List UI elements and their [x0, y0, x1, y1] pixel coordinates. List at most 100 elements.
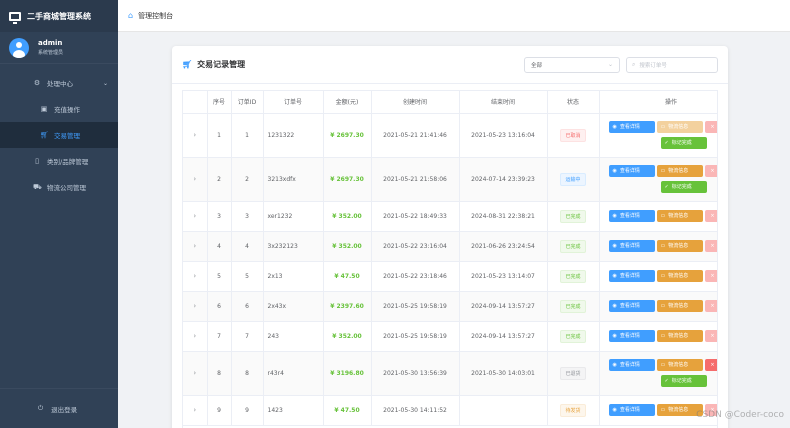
table-row: › 7 7 243 ¥ 352.00 2021-05-25 19:58:19 2024-09… — [183, 321, 717, 352]
delete-button[interactable]: × — [704, 210, 717, 222]
sidebar-item-logistics-company[interactable]: ⛟ 物流公司管理 — [0, 174, 118, 200]
logout-button[interactable]: ⏻ 退出登录 — [0, 388, 118, 428]
status-filter-select[interactable]: 全部 ⌄ — [524, 56, 620, 73]
sidebar-item-category-brand[interactable]: ▯ 类别/品牌管理 — [0, 148, 118, 174]
home-icon[interactable]: ⌂ — [128, 11, 133, 20]
view-detail-button[interactable]: ◉ 查看详情 — [608, 210, 655, 222]
actions-cell: ◉ 查看详情 ▭ 物流信息 × — [599, 321, 717, 352]
view-detail-button[interactable]: ◉ 查看详情 — [608, 270, 655, 282]
ended-time: 2021-05-23 13:16:04 — [459, 113, 548, 158]
order-number: r43r4 — [263, 351, 324, 396]
status-badge: 已完成 — [560, 269, 586, 283]
table-row: › 5 5 2x13 ¥ 47.50 2021-05-22 23:18:46 2021-05… — [183, 261, 717, 292]
chevron-right-icon[interactable]: › — [193, 242, 196, 250]
row-index: 1 — [207, 113, 232, 158]
truck-icon: ⛟ — [33, 182, 42, 191]
order-number: 3213xdfx — [263, 157, 324, 202]
delete-button[interactable]: × — [704, 300, 717, 312]
created-time: 2021-05-25 19:58:19 — [371, 321, 460, 352]
delete-button[interactable]: × — [704, 270, 717, 282]
truck-icon: ▭ — [660, 273, 666, 279]
delete-button[interactable]: × — [704, 240, 717, 252]
view-detail-label: 查看详情 — [619, 303, 640, 309]
order-number: 1231322 — [263, 113, 324, 158]
chevron-right-icon[interactable]: › — [193, 212, 196, 220]
expand-cell[interactable]: › — [183, 113, 208, 158]
card-header: 🛒︎ 交易记录管理 全部 ⌄ ⌕ 搜索订单号 — [172, 46, 728, 84]
page-title: 🛒︎ 交易记录管理 — [182, 59, 245, 70]
mark-done-button[interactable]: ✓ 标记完成 — [660, 375, 707, 387]
expand-cell[interactable]: › — [183, 395, 208, 426]
view-detail-button[interactable]: ◉ 查看详情 — [608, 404, 655, 416]
view-detail-button[interactable]: ◉ 查看详情 — [608, 121, 655, 133]
delete-button[interactable]: × — [704, 359, 717, 371]
cart-icon: 🛒︎ — [182, 60, 193, 69]
order-number: xer1232 — [263, 201, 324, 232]
logistics-button[interactable]: ▭ 物流信息 — [656, 330, 703, 342]
logistics-button[interactable]: ▭ 物流信息 — [656, 165, 703, 177]
sidebar-item-label: 类别/品牌管理 — [47, 158, 89, 166]
delete-button[interactable]: × — [704, 121, 717, 133]
actions-cell: ◉ 查看详情 ▭ 物流信息 × — [599, 231, 717, 262]
view-detail-label: 查看详情 — [619, 124, 640, 130]
view-detail-button[interactable]: ◉ 查看详情 — [608, 165, 655, 177]
delete-button[interactable]: × — [704, 165, 717, 177]
order-amount: ¥ 2397.60 — [323, 291, 372, 322]
chevron-right-icon[interactable]: › — [193, 406, 196, 414]
sidebar: 二手商城管理系统 admin 系统管理员 ⚙ 处理中心 ⌄ ▣ 充值操作 🛒︎ … — [0, 0, 118, 428]
delete-icon: × — [710, 273, 715, 279]
expand-cell[interactable]: › — [183, 261, 208, 292]
mark-done-label: 标记完成 — [671, 140, 692, 146]
view-detail-button[interactable]: ◉ 查看详情 — [608, 240, 655, 252]
expand-cell[interactable]: › — [183, 157, 208, 202]
eye-icon: ◉ — [612, 124, 617, 130]
expand-cell[interactable]: › — [183, 231, 208, 262]
logistics-button[interactable]: ▭ 物流信息 — [656, 270, 703, 282]
view-detail-button[interactable]: ◉ 查看详情 — [608, 330, 655, 342]
chevron-right-icon[interactable]: › — [193, 369, 196, 377]
order-amount: ¥ 3196.80 — [323, 351, 372, 396]
order-id: 3 — [231, 201, 264, 232]
expand-cell[interactable]: › — [183, 351, 208, 396]
expand-cell[interactable]: › — [183, 291, 208, 322]
chevron-right-icon[interactable]: › — [193, 131, 196, 139]
delete-button[interactable]: × — [704, 330, 717, 342]
row-index: 5 — [207, 261, 232, 292]
view-detail-button[interactable]: ◉ 查看详情 — [608, 359, 655, 371]
sidebar-item-recharge[interactable]: ▣ 充值操作 — [0, 96, 118, 122]
ended-time: 2021-05-30 14:03:01 — [459, 351, 548, 396]
logistics-button[interactable]: ▭ 物流信息 — [656, 121, 703, 133]
chevron-right-icon[interactable]: › — [193, 272, 196, 280]
chevron-right-icon[interactable]: › — [193, 175, 196, 183]
created-time: 2021-05-30 13:56:39 — [371, 351, 460, 396]
logistics-button[interactable]: ▭ 物流信息 — [656, 210, 703, 222]
created-time: 2021-05-21 21:41:46 — [371, 113, 460, 158]
view-detail-button[interactable]: ◉ 查看详情 — [608, 300, 655, 312]
logistics-button[interactable]: ▭ 物流信息 — [656, 359, 703, 371]
column-header: 订单ID — [231, 91, 264, 114]
order-amount: ¥ 47.50 — [323, 261, 372, 292]
row-index: 7 — [207, 321, 232, 352]
mark-done-button[interactable]: ✓ 标记完成 — [660, 137, 707, 149]
card-title-text: 交易记录管理 — [197, 60, 246, 69]
logout-label: 退出登录 — [51, 405, 78, 414]
search-input[interactable]: ⌕ 搜索订单号 — [626, 56, 718, 73]
expand-cell[interactable]: › — [183, 201, 208, 232]
expand-cell[interactable]: › — [183, 321, 208, 352]
table-row: › 6 6 2x43x ¥ 2397.60 2021-05-25 19:58:19 2024… — [183, 291, 717, 322]
view-detail-label: 查看详情 — [619, 333, 640, 339]
column-header: 操作 — [599, 91, 717, 114]
monitor-icon — [9, 11, 21, 24]
sidebar-item-processing-center[interactable]: ⚙ 处理中心 ⌄ — [0, 70, 118, 96]
mark-done-button[interactable]: ✓ 标记完成 — [660, 181, 707, 193]
ended-time: 2024-07-14 23:39:23 — [459, 157, 548, 202]
logistics-button[interactable]: ▭ 物流信息 — [656, 240, 703, 252]
chevron-right-icon[interactable]: › — [193, 302, 196, 310]
chevron-right-icon[interactable]: › — [193, 332, 196, 340]
order-id: 6 — [231, 291, 264, 322]
logistics-button[interactable]: ▭ 物流信息 — [656, 300, 703, 312]
truck-icon: ▭ — [660, 124, 666, 130]
order-number: 2x43x — [263, 291, 324, 322]
breadcrumb[interactable]: 管理控制台 — [138, 11, 173, 21]
sidebar-item-transactions[interactable]: 🛒︎ 交易管理 — [0, 122, 118, 148]
